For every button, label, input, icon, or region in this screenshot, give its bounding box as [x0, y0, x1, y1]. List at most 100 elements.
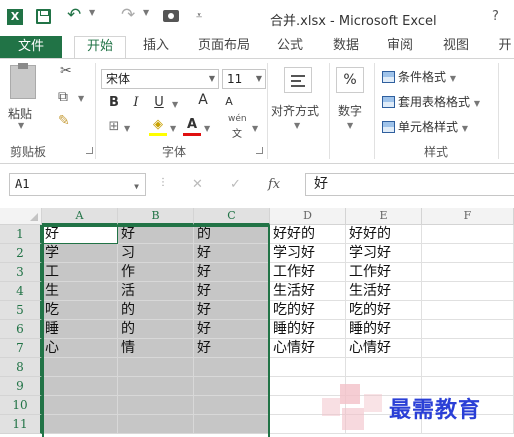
cell-d7[interactable]: 心情好 — [270, 339, 346, 358]
bold-button[interactable]: B — [106, 95, 122, 110]
format-painter-icon[interactable]: ✎ — [58, 113, 70, 129]
enter-icon[interactable]: ✓ — [230, 177, 241, 192]
cell-c10[interactable] — [194, 396, 270, 415]
row-header-9[interactable]: 9 — [0, 377, 42, 396]
cell-c7[interactable]: 好 — [194, 339, 270, 358]
cell-c2[interactable]: 好 — [194, 244, 270, 263]
cell-f2[interactable] — [422, 244, 514, 263]
row-header-1[interactable]: 1 — [0, 225, 42, 244]
cell-a2[interactable]: 学 — [42, 244, 118, 263]
cell-e1[interactable]: 好好的 — [346, 225, 422, 244]
undo-icon[interactable]: ↶ — [67, 5, 81, 25]
cell-f6[interactable] — [422, 320, 514, 339]
row-header-8[interactable]: 8 — [0, 358, 42, 377]
cell-c8[interactable] — [194, 358, 270, 377]
underline-dropdown-icon[interactable]: ▼ — [172, 100, 178, 109]
cell-b9[interactable] — [118, 377, 194, 396]
underline-button[interactable]: U — [151, 95, 167, 110]
row-header-3[interactable]: 3 — [0, 263, 42, 282]
font-name-combo[interactable]: 宋体 ▼ — [101, 69, 219, 89]
cell-a3[interactable]: 工 — [42, 263, 118, 282]
font-size-combo[interactable]: 11 ▼ — [222, 69, 266, 89]
cell-e7[interactable]: 心情好 — [346, 339, 422, 358]
cell-d8[interactable] — [270, 358, 346, 377]
fill-color-icon[interactable]: ◈ — [150, 117, 166, 132]
cell-f7[interactable] — [422, 339, 514, 358]
cell-a1[interactable]: 好 — [42, 225, 118, 244]
cell-a10[interactable] — [42, 396, 118, 415]
help-button[interactable]: ? — [492, 9, 499, 24]
cell-d6[interactable]: 睡的好 — [270, 320, 346, 339]
copy-dropdown-icon[interactable]: ▼ — [78, 94, 84, 103]
borders-icon[interactable]: ⊞ — [106, 119, 122, 134]
cell-e6[interactable]: 睡的好 — [346, 320, 422, 339]
alignment-icon[interactable] — [284, 67, 312, 93]
cut-icon[interactable]: ✂ — [60, 63, 72, 79]
tab-developer[interactable]: 开 — [496, 36, 514, 58]
cell-b6[interactable]: 的 — [118, 320, 194, 339]
cell-c1[interactable]: 的 — [194, 225, 270, 244]
formula-input[interactable]: 好 — [305, 173, 514, 196]
tab-insert[interactable]: 插入 — [136, 36, 176, 58]
cell-b5[interactable]: 的 — [118, 301, 194, 320]
save-icon[interactable] — [36, 9, 51, 24]
cell-a5[interactable]: 吃 — [42, 301, 118, 320]
cell-f5[interactable] — [422, 301, 514, 320]
redo-icon[interactable]: ↷ — [121, 5, 135, 25]
format-as-table-button[interactable]: 套用表格格式 ▼ — [382, 93, 480, 110]
cell-a4[interactable]: 生 — [42, 282, 118, 301]
cell-b10[interactable] — [118, 396, 194, 415]
borders-dropdown-icon[interactable]: ▼ — [124, 124, 130, 133]
grow-font-button[interactable]: A — [195, 92, 211, 108]
column-header-f[interactable]: F — [422, 208, 514, 225]
cell-f3[interactable] — [422, 263, 514, 282]
paste-dropdown-icon[interactable]: ▼ — [18, 121, 24, 130]
cell-b1[interactable]: 好 — [118, 225, 194, 244]
cell-a6[interactable]: 睡 — [42, 320, 118, 339]
cell-f1[interactable] — [422, 225, 514, 244]
cell-a9[interactable] — [42, 377, 118, 396]
font-color-dropdown-icon[interactable]: ▼ — [204, 124, 210, 133]
column-header-d[interactable]: D — [270, 208, 346, 225]
cell-c3[interactable]: 好 — [194, 263, 270, 282]
row-header-5[interactable]: 5 — [0, 301, 42, 320]
cell-a11[interactable] — [42, 415, 118, 434]
cell-styles-button[interactable]: 单元格样式 ▼ — [382, 118, 468, 135]
name-box[interactable]: A1 ▼ — [9, 173, 146, 196]
cell-a8[interactable] — [42, 358, 118, 377]
camera-icon[interactable] — [163, 10, 179, 22]
tab-view[interactable]: 视图 — [436, 36, 476, 58]
cell-d2[interactable]: 学习好 — [270, 244, 346, 263]
tab-review[interactable]: 审阅 — [380, 36, 420, 58]
cell-d5[interactable]: 吃的好 — [270, 301, 346, 320]
customize-qat-icon[interactable]: ⩡ — [196, 9, 202, 23]
insert-function-button[interactable]: fx — [268, 177, 280, 192]
cell-e4[interactable]: 生活好 — [346, 282, 422, 301]
tab-formulas[interactable]: 公式 — [270, 36, 310, 58]
phonetic-guide-button[interactable]: wén — [228, 114, 247, 124]
select-all-button[interactable] — [0, 208, 42, 225]
cell-e5[interactable]: 吃的好 — [346, 301, 422, 320]
paste-button[interactable]: 粘贴 — [8, 105, 32, 122]
number-button[interactable]: 数字 — [338, 102, 362, 119]
cell-e2[interactable]: 学习好 — [346, 244, 422, 263]
tab-file[interactable]: 文件 — [0, 36, 62, 58]
cell-c11[interactable] — [194, 415, 270, 434]
paste-icon[interactable] — [10, 63, 36, 99]
tab-data[interactable]: 数据 — [326, 36, 366, 58]
column-header-a[interactable]: A — [42, 208, 118, 225]
cell-d4[interactable]: 生活好 — [270, 282, 346, 301]
row-header-11[interactable]: 11 — [0, 415, 42, 434]
row-header-6[interactable]: 6 — [0, 320, 42, 339]
cell-c4[interactable]: 好 — [194, 282, 270, 301]
tab-page-layout[interactable]: 页面布局 — [192, 36, 256, 58]
cell-b3[interactable]: 作 — [118, 263, 194, 282]
column-header-e[interactable]: E — [346, 208, 422, 225]
cell-d3[interactable]: 工作好 — [270, 263, 346, 282]
redo-dropdown-icon[interactable]: ▼ — [143, 8, 149, 17]
alignment-button[interactable]: 对齐方式 — [271, 102, 319, 119]
row-header-2[interactable]: 2 — [0, 244, 42, 263]
cell-b7[interactable]: 情 — [118, 339, 194, 358]
conditional-formatting-button[interactable]: 条件格式 ▼ — [382, 68, 456, 85]
percent-icon[interactable]: % — [336, 67, 364, 93]
